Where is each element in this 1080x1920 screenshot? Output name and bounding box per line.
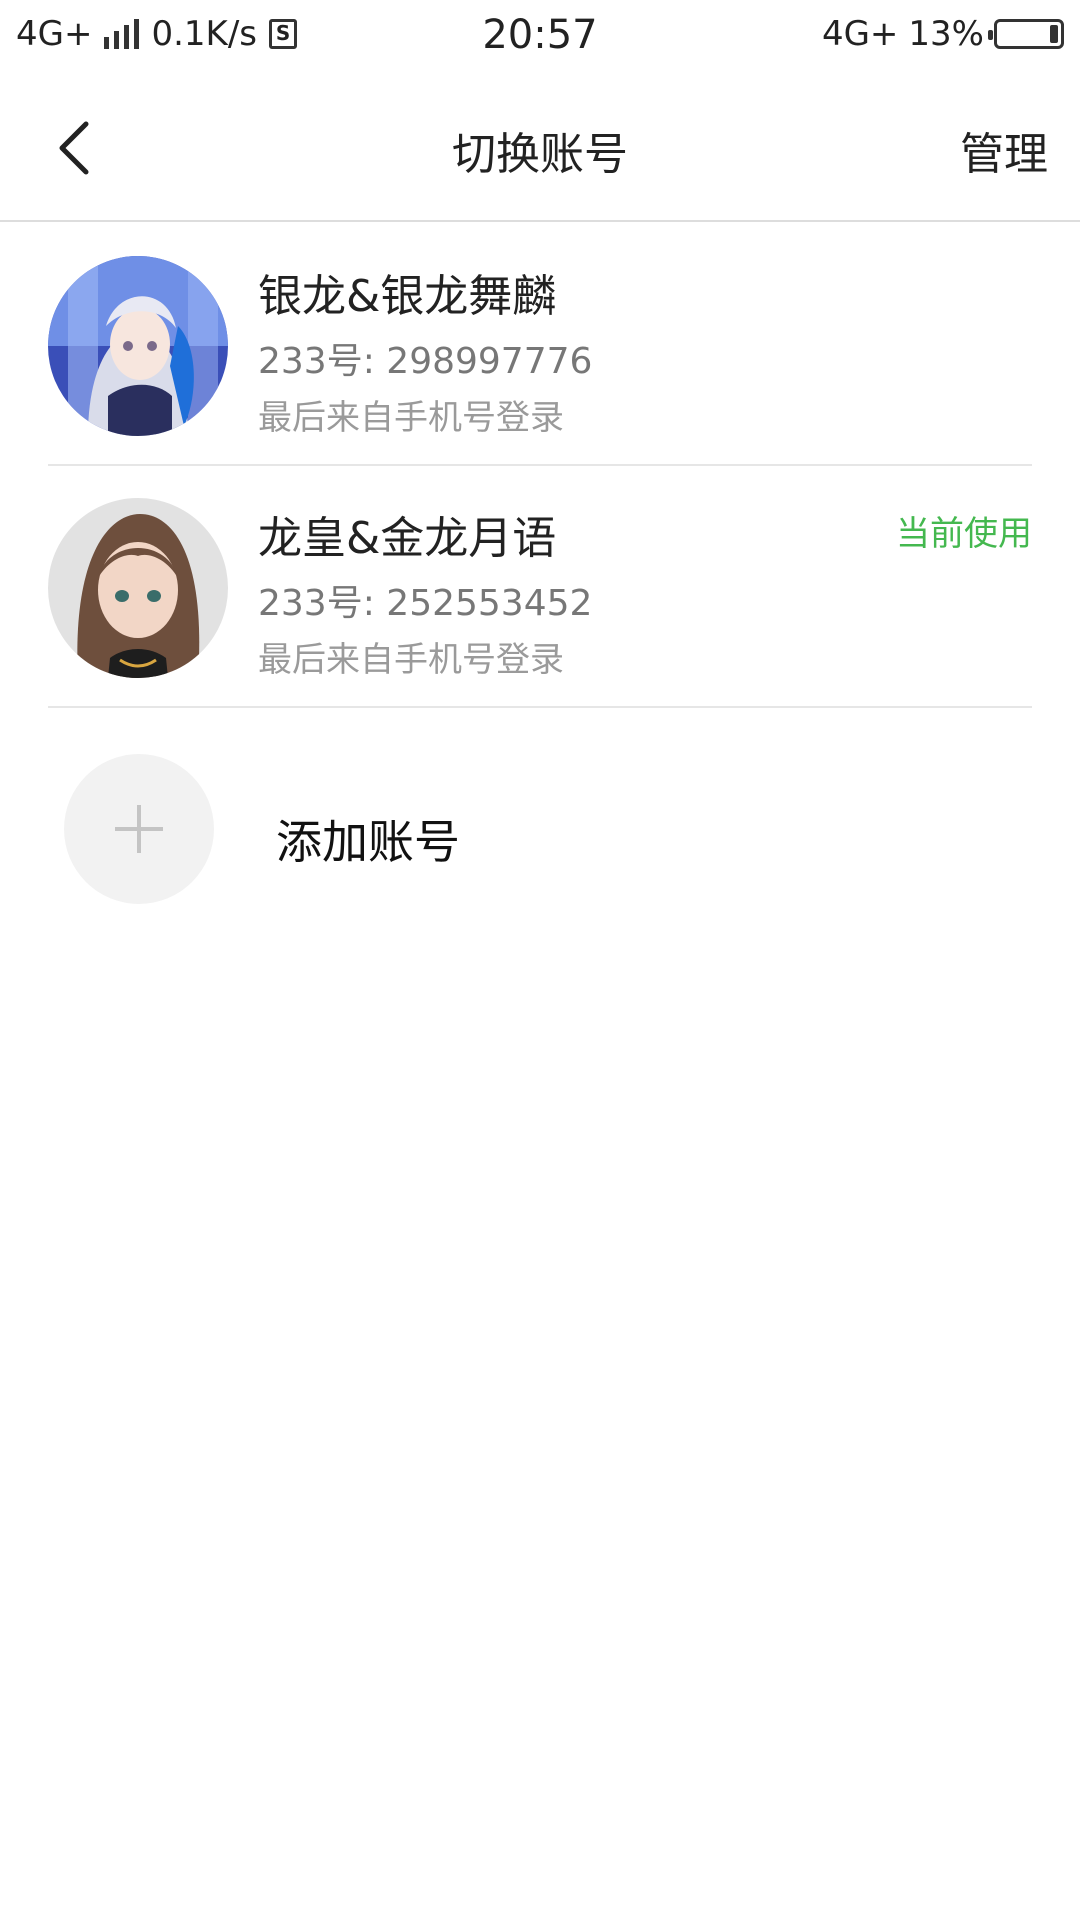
avatar-image	[48, 256, 228, 436]
avatar	[48, 498, 228, 678]
battery-fill	[1050, 25, 1058, 43]
account-login-method: 最后来自手机号登录	[258, 640, 564, 680]
network-right-label: 4G+	[821, 14, 899, 54]
avatar-image	[48, 498, 228, 678]
current-badge: 当前使用	[896, 514, 1032, 554]
account-item[interactable]: 龙皇&金龙月语 233号: 252553452 最后来自手机号登录 当前使用	[48, 468, 1032, 708]
battery-icon	[988, 19, 1064, 49]
account-name: 银龙&银龙舞麟	[258, 271, 557, 322]
divider	[48, 706, 1032, 708]
status-right: 4G+ 13%	[822, 14, 1064, 54]
account-id: 233号: 252553452	[258, 583, 593, 624]
plus-icon	[64, 754, 214, 904]
add-account-label: 添加账号	[276, 815, 460, 869]
status-bar: 4G+ 0.1K/s S 20:57 4G+ 13%	[0, 0, 1080, 74]
account-name: 龙皇&金龙月语	[258, 513, 557, 564]
account-login-method: 最后来自手机号登录	[258, 398, 564, 438]
divider	[48, 464, 1032, 466]
page-title: 切换账号	[452, 129, 628, 180]
account-item[interactable]: 银龙&银龙舞麟 233号: 298997776 最后来自手机号登录	[48, 226, 1032, 466]
manage-button[interactable]: 管理	[960, 118, 1048, 182]
avatar	[48, 256, 228, 436]
account-id: 233号: 298997776	[258, 341, 593, 382]
header: 切换账号 管理	[0, 74, 1080, 222]
add-account-button[interactable]: 添加账号	[48, 750, 1032, 910]
battery-percent: 13%	[908, 14, 984, 54]
